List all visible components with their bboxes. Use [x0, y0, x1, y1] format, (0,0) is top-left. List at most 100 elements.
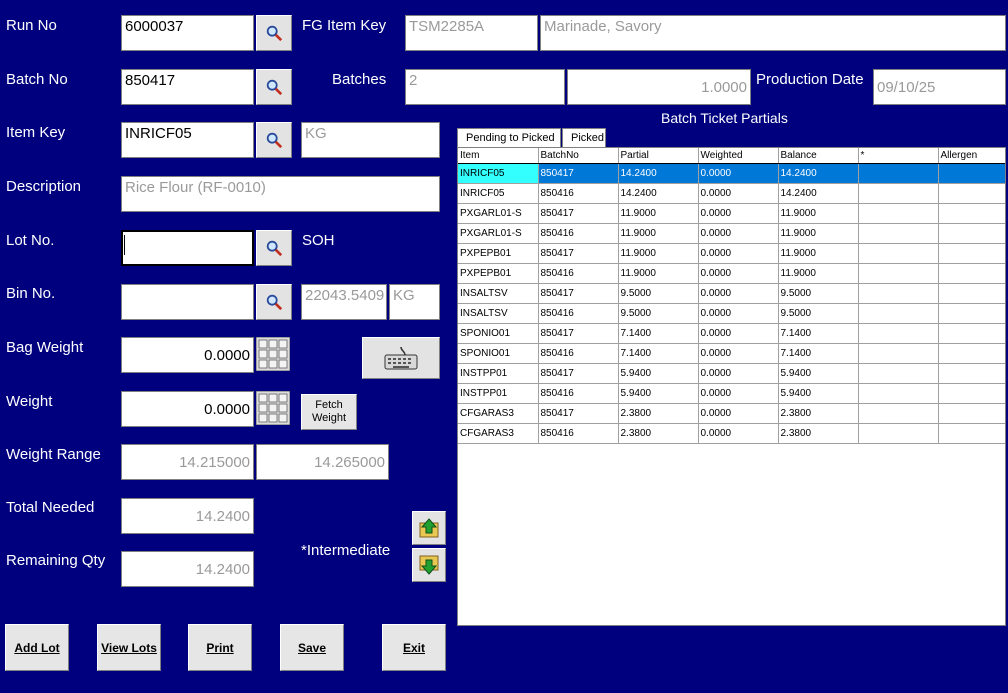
exit-button[interactable]: Exit: [382, 624, 446, 671]
table-cell: PXGARL01-S: [458, 203, 539, 224]
table-cell: INSTPP01: [458, 363, 539, 384]
column-header[interactable]: Balance: [778, 148, 859, 164]
table-row[interactable]: SPONIO01 850417 7.1400 0.0000 7.1400: [458, 323, 1005, 344]
table-row[interactable]: INSTPP01 850417 5.9400 0.0000 5.9400: [458, 363, 1005, 384]
fg-item-key-field: TSM2285A: [405, 15, 538, 51]
save-button[interactable]: Save: [280, 624, 344, 671]
table-cell: 0.0000: [698, 403, 779, 424]
column-header[interactable]: Item: [458, 148, 539, 164]
batch-no-search-button[interactable]: [256, 69, 292, 105]
item-key-input[interactable]: INRICF05: [121, 122, 254, 158]
arrow-up-icon: [419, 518, 439, 538]
table-cell: 0.0000: [698, 163, 779, 184]
lot-no-input[interactable]: [121, 230, 254, 266]
add-lot-button[interactable]: Add Lot: [5, 624, 69, 671]
table-row[interactable]: CFGARAS3 850417 2.3800 0.0000 2.3800: [458, 403, 1005, 424]
bag-weight-keypad-button[interactable]: [255, 336, 291, 372]
table-cell: CFGARAS3: [458, 403, 539, 424]
table-cell: INSALTSV: [458, 303, 539, 324]
lot-no-search-button[interactable]: [256, 230, 292, 266]
column-header[interactable]: *: [858, 148, 939, 164]
table-cell: 7.1400: [778, 343, 859, 364]
table-row[interactable]: INRICF05 850416 14.2400 0.0000 14.2400: [458, 183, 1005, 204]
table-cell: [938, 223, 1005, 244]
table-cell: 7.1400: [778, 323, 859, 344]
weight-range-min-field: 14.215000: [121, 444, 254, 480]
bin-no-input[interactable]: [121, 284, 254, 320]
batch-no-input[interactable]: 850417: [121, 69, 254, 105]
table-cell: [938, 283, 1005, 304]
column-header[interactable]: Partial: [618, 148, 699, 164]
tab-picked[interactable]: Picked: [562, 128, 606, 147]
table-cell: [938, 203, 1005, 224]
move-up-button[interactable]: [412, 511, 446, 545]
table-cell: 5.9400: [618, 363, 699, 384]
view-lots-button[interactable]: View Lots: [97, 624, 161, 671]
table-cell: [938, 163, 1005, 184]
bin-no-search-button[interactable]: [256, 284, 292, 320]
table-cell: 11.9000: [618, 243, 699, 264]
table-cell: 850417: [538, 243, 619, 264]
keyboard-icon: [384, 346, 418, 370]
table-row[interactable]: INSALTSV 850416 9.5000 0.0000 9.5000: [458, 303, 1005, 324]
keyboard-button[interactable]: [362, 337, 440, 379]
column-header[interactable]: Weighted: [698, 148, 779, 164]
table-row[interactable]: INSALTSV 850417 9.5000 0.0000 9.5000: [458, 283, 1005, 304]
table-cell: 0.0000: [698, 283, 779, 304]
remaining-qty-field: 14.2400: [121, 551, 254, 587]
keypad-icon: [255, 390, 291, 426]
table-cell: PXPEPB01: [458, 243, 539, 264]
keypad-icon: [255, 336, 291, 372]
table-cell: [938, 303, 1005, 324]
production-date-label: Production Date: [756, 71, 864, 88]
weight-input[interactable]: 0.0000: [121, 391, 254, 427]
table-cell: [858, 423, 939, 444]
table-cell: [938, 403, 1005, 424]
table-cell: 2.3800: [618, 423, 699, 444]
table-cell: INRICF05: [458, 183, 539, 204]
table-row[interactable]: PXGARL01-S 850416 11.9000 0.0000 11.9000: [458, 223, 1005, 244]
tab-pending-to-picked[interactable]: Pending to Picked: [457, 128, 561, 147]
table-cell: 14.2400: [618, 183, 699, 204]
table-cell: 14.2400: [778, 183, 859, 204]
print-button[interactable]: Print: [188, 624, 252, 671]
weight-range-label: Weight Range: [6, 446, 101, 463]
bin-no-label: Bin No.: [6, 285, 56, 302]
table-cell: 0.0000: [698, 363, 779, 384]
move-down-button[interactable]: [412, 548, 446, 582]
fetch-weight-button[interactable]: Fetch Weight: [301, 394, 357, 430]
weight-keypad-button[interactable]: [255, 390, 291, 426]
table-row[interactable]: CFGARAS3 850416 2.3800 0.0000 2.3800: [458, 423, 1005, 444]
table-cell: 5.9400: [778, 383, 859, 404]
table-row[interactable]: INSTPP01 850416 5.9400 0.0000 5.9400: [458, 383, 1005, 404]
table-row[interactable]: PXPEPB01 850417 11.9000 0.0000 11.9000: [458, 243, 1005, 264]
table-row[interactable]: INRICF05 850417 14.2400 0.0000 14.2400: [458, 163, 1005, 184]
table-cell: 11.9000: [778, 243, 859, 264]
search-icon: [266, 25, 283, 42]
weight-label: Weight: [6, 393, 53, 410]
table-row[interactable]: SPONIO01 850416 7.1400 0.0000 7.1400: [458, 343, 1005, 364]
table-cell: [858, 263, 939, 284]
run-no-input[interactable]: 6000037: [121, 15, 254, 51]
table-header-row: Item BatchNo Partial Weighted Balance * Allerg…: [458, 148, 1005, 164]
text-cursor: [124, 235, 125, 255]
batch-factor-field: 1.0000: [567, 69, 751, 105]
table-row[interactable]: PXPEPB01 850416 11.9000 0.0000 11.9000: [458, 263, 1005, 284]
table-cell: [938, 263, 1005, 284]
run-no-label: Run No: [6, 17, 57, 34]
bag-weight-input[interactable]: 0.0000: [121, 337, 254, 373]
table-cell: 11.9000: [778, 203, 859, 224]
item-key-search-button[interactable]: [256, 122, 292, 158]
table-cell: 9.5000: [618, 303, 699, 324]
run-no-search-button[interactable]: [256, 15, 292, 51]
column-header[interactable]: BatchNo: [538, 148, 619, 164]
table-row[interactable]: PXGARL01-S 850417 11.9000 0.0000 11.9000: [458, 203, 1005, 224]
table-cell: 850416: [538, 423, 619, 444]
column-header[interactable]: Allergen: [938, 148, 1005, 164]
fetch-weight-label-line2: Weight: [311, 412, 347, 424]
batch-ticket-partials-grid[interactable]: Item BatchNo Partial Weighted Balance * Allerg…: [457, 147, 1006, 626]
remaining-qty-label: Remaining Qty: [6, 552, 106, 569]
table-cell: 9.5000: [778, 283, 859, 304]
search-icon: [266, 79, 283, 96]
table-cell: [858, 183, 939, 204]
